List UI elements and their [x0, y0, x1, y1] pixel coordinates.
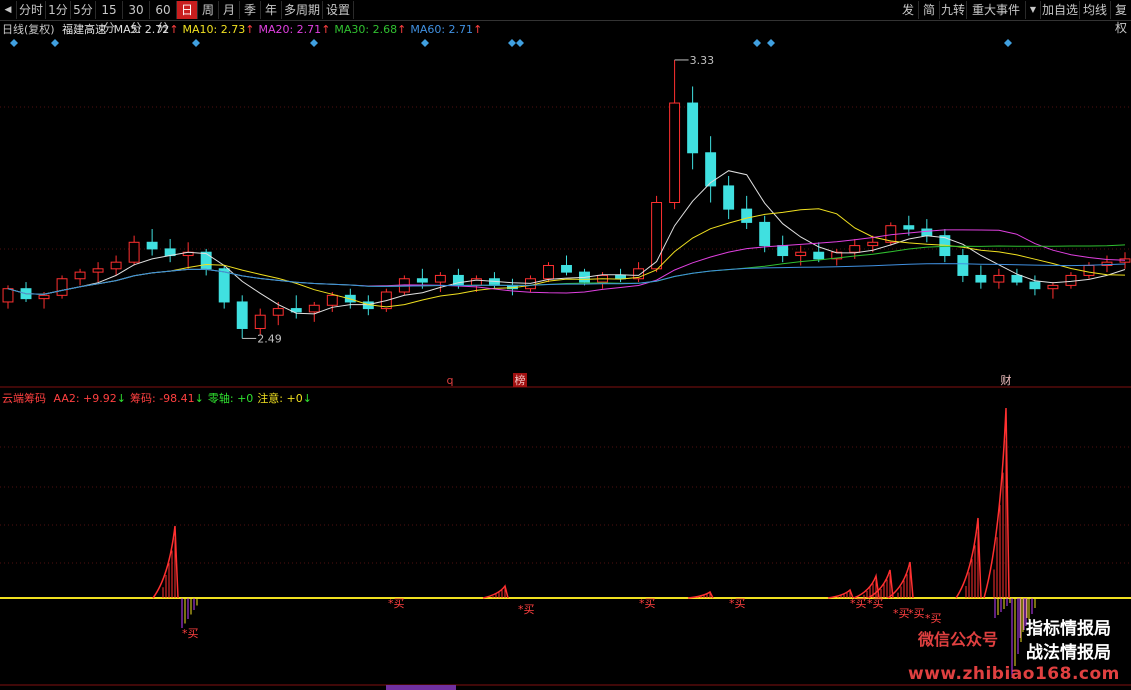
diamond-marker	[310, 39, 318, 47]
buy-signal-5: *买	[850, 597, 867, 610]
candle-body	[687, 102, 699, 154]
diamond-marker	[1004, 39, 1012, 47]
watermark-url: www.zhibiao168.com	[908, 664, 1120, 684]
diamond-marker	[753, 39, 761, 47]
main-chart[interactable]: 3.332.49q 榜财*买*买 *买 *买 *买 *买 *买*买*买 *买	[0, 0, 1131, 690]
candle-body	[218, 268, 230, 303]
candle-body	[1047, 284, 1059, 290]
candle-body	[308, 304, 320, 313]
candle-body	[416, 278, 428, 283]
candle-body	[669, 102, 681, 203]
diamond-marker	[10, 39, 18, 47]
candle-body	[1011, 274, 1023, 283]
buy-signal-3: *买	[639, 597, 656, 610]
candle-body	[2, 288, 14, 303]
candle-body	[957, 255, 969, 276]
low-price-label: 2.49	[257, 332, 282, 345]
candle-body	[867, 241, 879, 247]
diamond-marker	[767, 39, 775, 47]
candle-body	[146, 241, 158, 250]
watermark-line3: 战法情报局	[1026, 643, 1111, 663]
diamond-marker	[192, 39, 200, 47]
event-marker-2: 财	[1001, 373, 1012, 387]
buy-signal-9: *买	[925, 612, 942, 625]
buy-signal-8: *买	[908, 607, 925, 620]
candle-body	[741, 208, 753, 223]
candle-body	[903, 225, 915, 230]
buy-signal-4: *买	[729, 597, 746, 610]
candle-body	[74, 271, 86, 280]
candle-body	[723, 185, 735, 210]
candle-body	[1083, 264, 1095, 276]
candle-body	[921, 228, 933, 237]
diamond-marker	[51, 39, 59, 47]
candle-body	[993, 274, 1005, 283]
diamond-marker	[516, 39, 524, 47]
candle-body	[254, 314, 266, 329]
buy-signal-1: *买	[388, 597, 405, 610]
candle-body	[975, 274, 987, 283]
watermark-line1: 指标情报局	[1026, 619, 1111, 639]
candle-body	[434, 274, 446, 283]
candle-body	[272, 308, 284, 316]
candle-body	[849, 245, 861, 253]
candle-body	[543, 264, 554, 280]
candle-body	[56, 278, 68, 296]
candle-body	[705, 152, 717, 187]
candle-body	[92, 268, 104, 273]
candle-body	[128, 241, 140, 263]
diamond-marker	[508, 39, 516, 47]
candle-body	[1065, 274, 1077, 286]
candle-body	[777, 245, 789, 257]
buy-signal-6: *买	[867, 597, 884, 610]
watermark-line2: 微信公众号	[918, 630, 999, 649]
candle-body	[651, 202, 663, 270]
candle-body	[795, 251, 807, 257]
event-marker-1: 榜	[515, 373, 526, 387]
candle-body	[615, 274, 627, 280]
candle-body	[236, 301, 248, 329]
buy-signal-2: *买	[518, 603, 535, 616]
candle-body	[1029, 281, 1041, 290]
candle-body	[38, 294, 50, 300]
diamond-marker	[421, 39, 429, 47]
candle-body	[759, 221, 771, 247]
candle-body	[561, 264, 572, 273]
candle-body	[326, 294, 338, 306]
date-scrubber	[386, 685, 456, 690]
ma-line-0	[7, 170, 1126, 315]
candle-body	[110, 261, 122, 270]
event-marker-0: q	[447, 374, 454, 387]
candle-body	[813, 251, 825, 260]
buy-signal-0: *买	[182, 627, 199, 640]
high-price-label: 3.33	[690, 54, 715, 67]
candle-body	[200, 251, 212, 270]
